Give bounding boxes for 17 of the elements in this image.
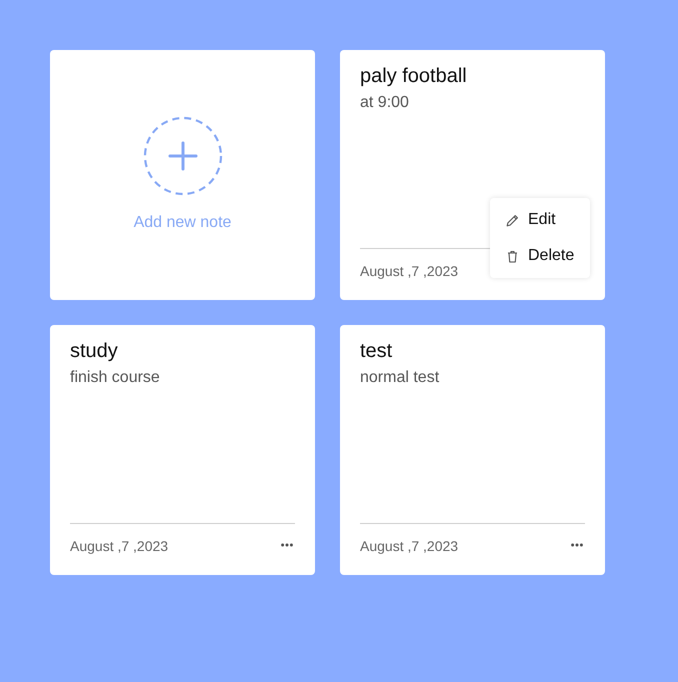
note-date: August ,7 ,2023 [360,538,458,555]
note-description: at 9:00 [360,93,410,113]
note-title: study [70,339,119,363]
note-title: test [360,339,394,363]
note-description: finish course [70,368,161,388]
more-icon[interactable] [571,543,583,547]
edit-menu-item[interactable]: Edit [490,202,590,238]
note-date: August ,7 ,2023 [360,263,458,280]
add-note-label: Add new note [134,212,232,232]
delete-menu-item[interactable]: Delete [490,238,590,274]
note-title: paly football [360,64,468,88]
note-date: August ,7 ,2023 [70,538,168,555]
more-icon[interactable] [281,543,293,547]
add-icon [142,116,222,196]
pencil-icon [506,214,519,226]
trash-icon [506,250,519,262]
note-description: normal test [360,368,440,388]
